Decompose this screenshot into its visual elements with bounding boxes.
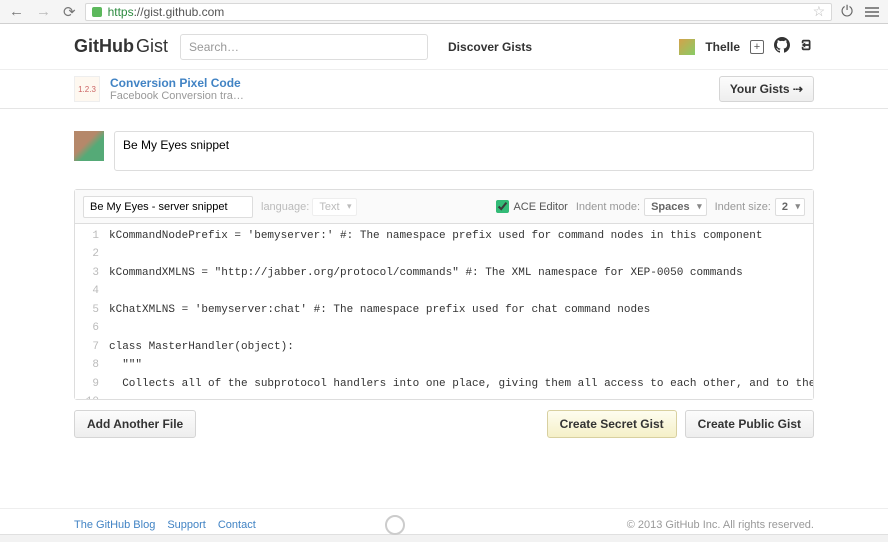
- power-icon[interactable]: ⏻: [838, 3, 856, 20]
- logo-thin: Gist: [136, 36, 168, 57]
- new-gist-icon[interactable]: +: [750, 40, 764, 54]
- url-scheme: https: [108, 5, 134, 19]
- reload-button[interactable]: ⟳: [60, 3, 79, 21]
- site-header: GitHubGist Search… Discover Gists Thelle…: [0, 24, 888, 70]
- footer: The GitHub Blog Support Contact © 2013 Git…: [0, 508, 888, 534]
- filename-input[interactable]: [83, 196, 253, 218]
- search-input[interactable]: Search…: [180, 34, 428, 60]
- parent-gist-desc: Facebook Conversion tra…: [110, 90, 244, 102]
- file-editor: language: Text ACE Editor Indent mode: S…: [74, 189, 814, 400]
- ace-checkbox[interactable]: [496, 200, 509, 213]
- url-rest: ://gist.github.com: [134, 5, 225, 19]
- create-public-gist-button[interactable]: Create Public Gist: [685, 410, 814, 438]
- user-avatar: [74, 131, 104, 161]
- repo-subhead: 1.2.3 Conversion Pixel Code Facebook Con…: [0, 70, 888, 108]
- footer-link[interactable]: Contact: [218, 519, 256, 531]
- github-gist-logo[interactable]: GitHubGist: [74, 36, 168, 57]
- language-selector[interactable]: language: Text: [261, 201, 357, 213]
- your-gists-button[interactable]: Your Gists ⇢: [719, 76, 814, 102]
- parent-gist-title[interactable]: Conversion Pixel Code: [110, 76, 244, 90]
- browser-bottom-bar: [0, 534, 888, 542]
- create-secret-gist-button[interactable]: Create Secret Gist: [547, 410, 677, 438]
- browser-chrome: ← → ⟳ https://gist.github.com ☆ ⏻: [0, 0, 888, 24]
- main-content: Be My Eyes snippet language: Text ACE Ed…: [74, 109, 814, 438]
- search-placeholder: Search…: [189, 40, 239, 54]
- bookmark-star-icon[interactable]: ☆: [813, 3, 826, 20]
- gist-description-input[interactable]: Be My Eyes snippet: [114, 131, 814, 171]
- line-gutter: 1234567891011121314151617: [75, 224, 105, 399]
- indent-size-selector[interactable]: Indent size: 2: [715, 198, 805, 216]
- lock-icon: [92, 7, 102, 17]
- ace-editor-toggle[interactable]: ACE Editor: [496, 200, 567, 213]
- url-bar[interactable]: https://gist.github.com ☆: [85, 3, 833, 21]
- copyright: © 2013 GitHub Inc. All rights reserved.: [627, 519, 814, 531]
- logo-bold: GitHub: [74, 36, 134, 57]
- footer-link[interactable]: Support: [167, 519, 206, 531]
- github-octocat-icon[interactable]: [774, 37, 790, 56]
- footer-links: The GitHub Blog Support Contact: [74, 519, 268, 531]
- logout-icon[interactable]: [800, 38, 814, 55]
- user-avatar-small[interactable]: [679, 39, 695, 55]
- discover-gists-link[interactable]: Discover Gists: [448, 40, 532, 54]
- forward-button[interactable]: →: [33, 3, 54, 20]
- footer-link[interactable]: The GitHub Blog: [74, 519, 155, 531]
- back-button[interactable]: ←: [6, 3, 27, 20]
- code-body[interactable]: kCommandNodePrefix = 'bemyserver:' #: Th…: [105, 224, 813, 399]
- gist-thumbnail-icon: 1.2.3: [74, 76, 100, 102]
- add-file-button[interactable]: Add Another File: [74, 410, 196, 438]
- file-toolbar: language: Text ACE Editor Indent mode: S…: [75, 190, 813, 224]
- code-editor[interactable]: 1234567891011121314151617 kCommandNodePr…: [75, 224, 813, 399]
- github-mark-icon: [385, 515, 405, 535]
- action-buttons: Add Another File Create Secret Gist Crea…: [74, 410, 814, 438]
- indent-mode-selector[interactable]: Indent mode: Spaces: [576, 198, 707, 216]
- hamburger-menu-icon[interactable]: [862, 7, 882, 17]
- username[interactable]: Thelle: [705, 40, 740, 54]
